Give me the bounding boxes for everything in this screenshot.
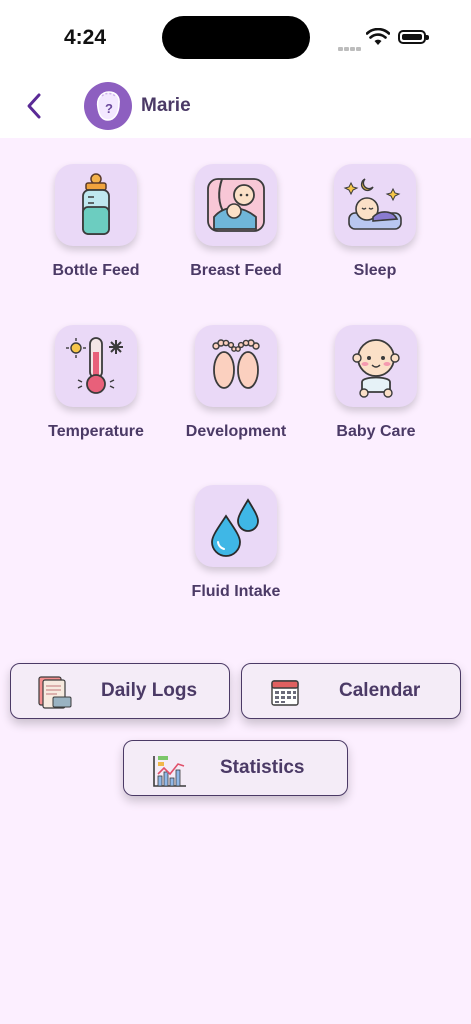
tile-box[interactable] (55, 164, 137, 246)
cellular-signal-icon (338, 38, 362, 56)
baby-profile-icon: ? (96, 91, 120, 121)
tile-box[interactable] (335, 325, 417, 407)
svg-text:?: ? (105, 101, 113, 116)
breastfeeding-icon (207, 178, 265, 232)
dynamic-island (162, 16, 310, 59)
tile-baby-care[interactable]: Baby Care (306, 325, 446, 441)
baby-icon (352, 339, 400, 398)
tile-breast-feed[interactable]: Breast Feed (166, 164, 306, 280)
tile-label: Bottle Feed (52, 262, 140, 279)
statistics-button[interactable]: Statistics (123, 740, 348, 796)
tile-label: Development (185, 423, 287, 440)
tile-bottle-feed[interactable]: Bottle Feed (26, 164, 166, 280)
battery-icon (398, 30, 429, 44)
back-icon[interactable] (22, 90, 46, 122)
status-time: 4:24 (64, 26, 107, 49)
tile-box[interactable] (334, 164, 416, 246)
wifi-icon (366, 28, 390, 45)
tile-sleep[interactable]: Sleep (305, 164, 445, 280)
daily-logs-button[interactable]: Daily Logs (10, 663, 230, 719)
tile-box[interactable] (195, 325, 277, 407)
tile-box[interactable] (55, 325, 137, 407)
header: ? Marie (0, 76, 471, 138)
daily-logs-label: Daily Logs (101, 680, 198, 701)
tile-box[interactable] (195, 164, 277, 246)
statistics-icon (153, 756, 186, 787)
tile-box[interactable] (195, 485, 277, 567)
statistics-label: Statistics (220, 757, 305, 778)
baby-feet-icon (212, 339, 260, 389)
status-bar: 4:24 (0, 0, 471, 76)
tile-label: Temperature (48, 423, 144, 440)
tile-development[interactable]: Development (166, 325, 306, 441)
water-drops-icon (211, 498, 259, 557)
thermometer-icon (66, 337, 123, 394)
tile-temperature[interactable]: Temperature (26, 325, 166, 441)
daily-logs-icon (38, 676, 72, 709)
avatar[interactable]: ? (84, 82, 132, 130)
tile-fluid-intake[interactable]: Fluid Intake (166, 485, 306, 601)
tile-label: Fluid Intake (191, 583, 281, 600)
calendar-icon (271, 680, 299, 706)
tile-label: Breast Feed (190, 262, 282, 279)
sleeping-baby-icon (343, 178, 402, 230)
tile-label: Sleep (353, 262, 397, 279)
bottle-icon (82, 173, 110, 235)
profile-name: Marie (141, 95, 191, 116)
calendar-button[interactable]: Calendar (241, 663, 461, 719)
calendar-label: Calendar (339, 680, 421, 701)
tile-label: Baby Care (336, 423, 416, 440)
